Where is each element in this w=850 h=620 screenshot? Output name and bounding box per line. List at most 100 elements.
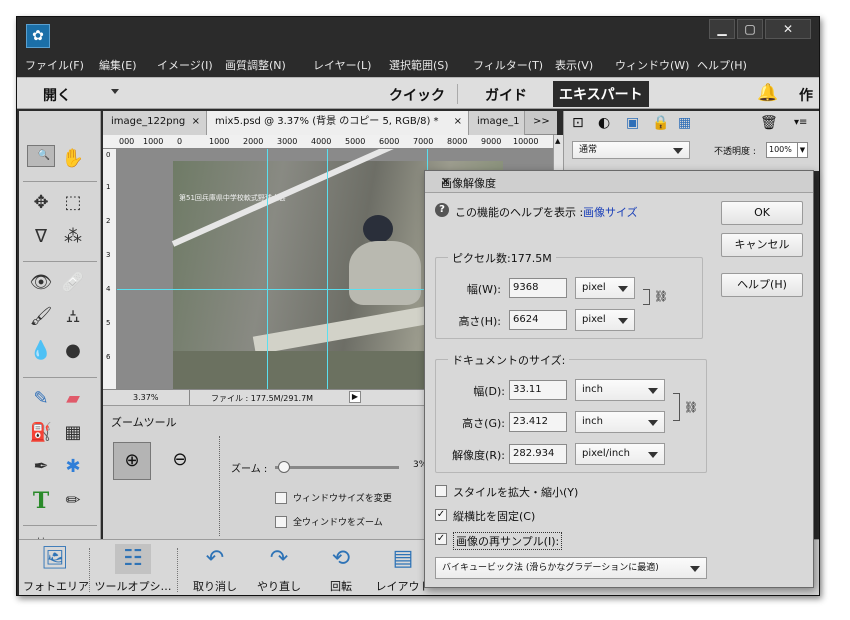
eraser-tool-icon[interactable]: ▰ bbox=[59, 385, 87, 413]
menu-image[interactable]: イメージ(I) bbox=[157, 57, 213, 73]
constrain-proportions-checkbox[interactable]: ✓ bbox=[435, 509, 447, 521]
doc-width-value: 33.11 bbox=[513, 384, 542, 395]
guide-line[interactable] bbox=[267, 149, 268, 389]
smart-brush-tool-icon[interactable]: 🖌 bbox=[27, 303, 55, 331]
gradient-tool-icon[interactable]: ▦ bbox=[59, 419, 87, 447]
menu-enhance[interactable]: 画質調整(N) bbox=[225, 57, 286, 73]
dialog-close-icon[interactable]: ✕ bbox=[441, 175, 807, 188]
mode-bar: 開く クイック ガイド エキスパート 🔔 作 bbox=[17, 77, 819, 109]
menu-layer[interactable]: レイヤー(L) bbox=[313, 57, 371, 73]
minimize-button[interactable]: ▁ bbox=[709, 19, 735, 39]
height-unit-value: pixel bbox=[582, 314, 606, 325]
help-button[interactable]: ヘルプ(H) bbox=[721, 273, 803, 297]
doc-height-field[interactable]: 23.412 bbox=[509, 412, 567, 432]
adjustment-layer-icon[interactable]: ◐ bbox=[598, 115, 610, 131]
width-field[interactable]: 9368 bbox=[509, 278, 567, 298]
menu-filter[interactable]: フィルター(T) bbox=[473, 57, 543, 73]
tab-image-1[interactable]: image_1 bbox=[469, 111, 525, 135]
undo-button[interactable]: ↶ 取り消し bbox=[183, 544, 247, 595]
lock-icon[interactable]: 🔒 bbox=[652, 115, 669, 131]
height-unit-select[interactable]: pixel bbox=[575, 309, 635, 331]
doc-width-field[interactable]: 33.11 bbox=[509, 380, 567, 400]
lock-transparency-icon[interactable]: ▦ bbox=[678, 115, 691, 131]
hand-tool-icon[interactable]: ✋ bbox=[59, 145, 87, 173]
open-button[interactable]: 開く bbox=[43, 85, 71, 105]
zoom-in-icon[interactable]: ⊕ bbox=[113, 442, 151, 480]
sponge-tool-icon[interactable]: ● bbox=[59, 337, 87, 365]
help-link[interactable]: 画像サイズ bbox=[583, 204, 638, 220]
mode-expert-tab[interactable]: エキスパート bbox=[553, 81, 649, 107]
redo-icon: ↷ bbox=[269, 546, 289, 571]
doc-width-unit-select[interactable]: inch bbox=[575, 379, 665, 401]
redo-button[interactable]: ↷ やり直し bbox=[247, 544, 311, 595]
lasso-tool-icon[interactable]: ᐁ bbox=[27, 223, 55, 251]
width-unit-select[interactable]: pixel bbox=[575, 277, 635, 299]
spot-healing-tool-icon[interactable]: 🩹 bbox=[59, 269, 87, 297]
zoom-all-checkbox[interactable] bbox=[275, 516, 287, 528]
zoom-slider[interactable] bbox=[275, 461, 399, 473]
open-dropdown-icon[interactable] bbox=[111, 89, 119, 94]
tab-close-icon[interactable]: × bbox=[192, 111, 200, 133]
opacity-field[interactable]: 100% ▼ bbox=[766, 142, 808, 158]
tab-close-icon[interactable]: × bbox=[454, 111, 462, 133]
menu-file[interactable]: ファイル(F) bbox=[25, 57, 84, 73]
resize-windows-checkbox[interactable] bbox=[275, 492, 287, 504]
cancel-button[interactable]: キャンセル bbox=[721, 233, 803, 257]
clone-stamp-tool-icon[interactable]: ⛼ bbox=[59, 303, 87, 331]
scale-styles-checkbox[interactable] bbox=[435, 485, 447, 497]
blur-tool-icon[interactable]: 💧 bbox=[27, 337, 55, 365]
new-layer-icon[interactable]: ⊡ bbox=[572, 115, 584, 131]
layer-mask-icon[interactable]: ▣ bbox=[626, 115, 639, 131]
zoom-out-icon[interactable]: ⊖ bbox=[161, 442, 199, 480]
red-eye-tool-icon[interactable]: 👁 bbox=[27, 269, 55, 297]
tool-options-button[interactable]: ☷ ツールオプシ… bbox=[93, 544, 173, 595]
menu-select[interactable]: 選択範囲(S) bbox=[389, 57, 449, 73]
close-window-button[interactable]: ✕ bbox=[765, 19, 811, 39]
eyedropper-tool-icon[interactable]: ✒ bbox=[27, 453, 55, 481]
maximize-button[interactable]: ▢ bbox=[737, 19, 763, 39]
type-tool-icon[interactable]: T bbox=[27, 487, 55, 515]
pencil-tool-icon[interactable]: ✏ bbox=[59, 487, 87, 515]
rotate-label: 回転 bbox=[330, 580, 352, 593]
zoom-tool-icon[interactable]: 🔍 bbox=[27, 145, 55, 167]
doc-height-unit-select[interactable]: inch bbox=[575, 411, 665, 433]
zoom-slider-thumb[interactable] bbox=[278, 461, 290, 473]
guide-line[interactable] bbox=[327, 149, 328, 389]
trash-icon[interactable]: 🗑 bbox=[760, 115, 778, 131]
paint-bucket-tool-icon[interactable]: ⛽ bbox=[27, 419, 55, 447]
marquee-tool-icon[interactable]: ⬚ bbox=[59, 189, 87, 217]
tab-mix5[interactable]: mix5.psd @ 3.37% (背景 のコピー 5, RGB/8) * × bbox=[207, 111, 469, 135]
toolbox: 🔍 ✋ ✥ ⬚ ᐁ ⁂ 👁 🩹 🖌 ⛼ 💧 ● ✎ ▰ ⛽ ▦ ✒ ✱ T ✏ … bbox=[19, 111, 101, 539]
tab-image-122[interactable]: image_122png × bbox=[103, 111, 207, 135]
mode-quick-tab[interactable]: クイック bbox=[389, 85, 445, 105]
ok-button[interactable]: OK bbox=[721, 201, 803, 225]
menu-help[interactable]: ヘルプ(H) bbox=[697, 57, 747, 73]
blend-mode-select[interactable]: 通常 bbox=[572, 141, 690, 159]
resample-checkbox[interactable]: ✓ bbox=[435, 533, 447, 545]
resolution-unit-select[interactable]: pixel/inch bbox=[575, 443, 665, 465]
ruler-mark: 6000 bbox=[379, 137, 400, 146]
menu-window[interactable]: ウィンドウ(W) bbox=[615, 57, 689, 73]
ruler-mark: 4000 bbox=[311, 137, 332, 146]
resolution-field[interactable]: 282.934 bbox=[509, 444, 567, 464]
crop-tool-icon[interactable]: ⌗ bbox=[27, 529, 55, 539]
menu-edit[interactable]: 編集(E) bbox=[99, 57, 137, 73]
rotate-button[interactable]: ⟲ 回転 bbox=[309, 544, 373, 595]
height-field[interactable]: 6624 bbox=[509, 310, 567, 330]
panel-menu-icon[interactable]: ▾≡ bbox=[794, 117, 807, 128]
mode-guide-tab[interactable]: ガイド bbox=[485, 85, 527, 105]
more-tabs-button[interactable]: >> bbox=[525, 111, 557, 135]
scroll-up-icon[interactable]: ▲ bbox=[555, 137, 560, 145]
chain-link-icon: ⛓ bbox=[684, 401, 698, 414]
create-button[interactable]: 作 bbox=[799, 85, 813, 105]
notification-bell-icon[interactable]: 🔔 bbox=[757, 83, 778, 103]
chevron-down-icon[interactable]: ▼ bbox=[797, 143, 807, 157]
custom-shape-tool-icon[interactable]: ✱ bbox=[59, 453, 87, 481]
brush-tool-icon[interactable]: ✎ bbox=[27, 385, 55, 413]
move-tool-icon[interactable]: ✥ bbox=[27, 189, 55, 217]
photo-bin-button[interactable]: 🖼 フォトエリア bbox=[23, 544, 89, 595]
menu-view[interactable]: 表示(V) bbox=[555, 57, 593, 73]
status-menu-icon[interactable]: ▶ bbox=[349, 391, 361, 403]
resample-method-select[interactable]: バイキュービック法 (滑らかなグラデーションに最適) bbox=[435, 557, 707, 579]
quick-selection-tool-icon[interactable]: ⁂ bbox=[59, 223, 87, 251]
